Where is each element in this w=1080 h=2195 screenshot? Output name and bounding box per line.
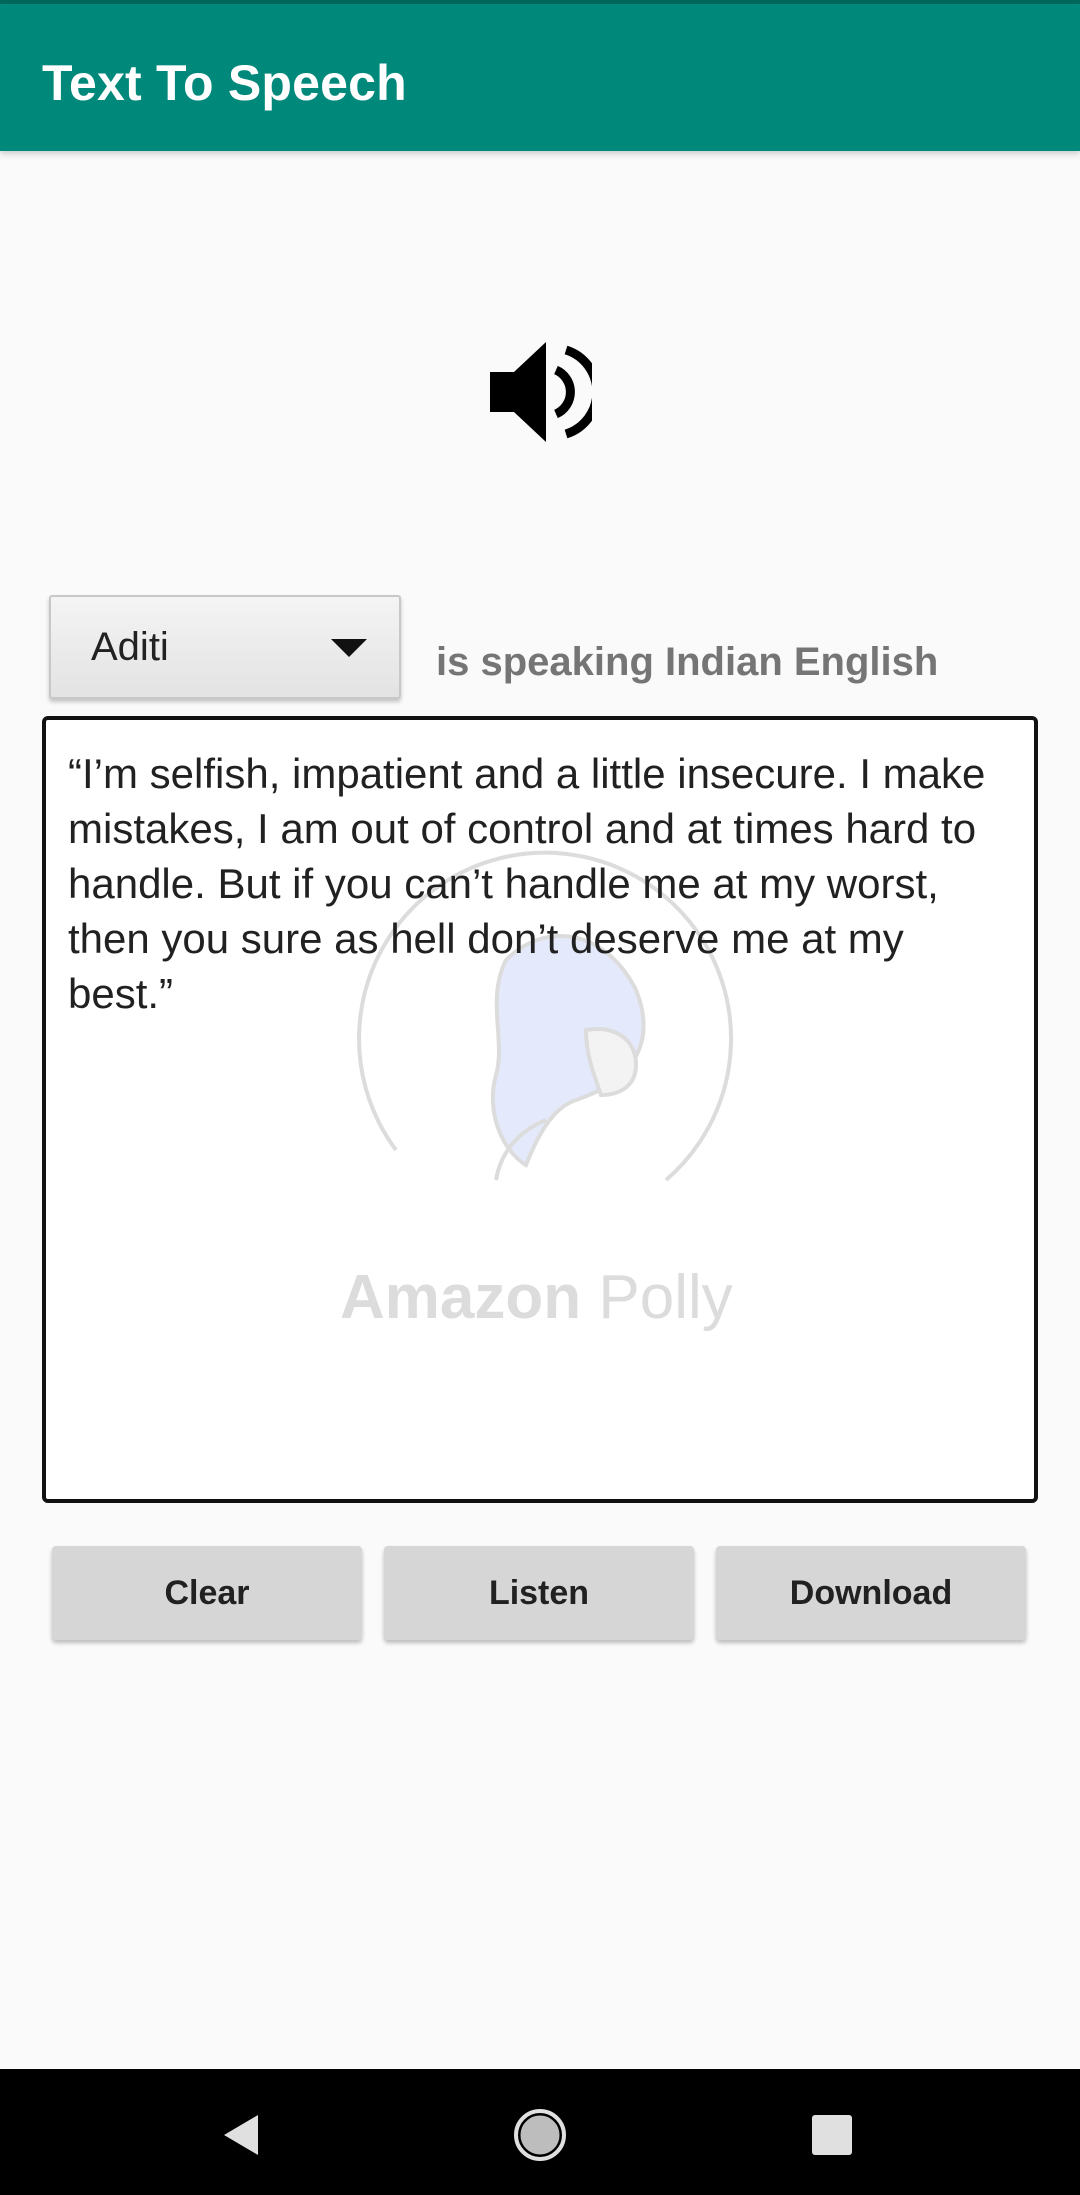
watermark-brand-bold: Amazon — [340, 1263, 582, 1332]
back-icon[interactable] — [214, 2105, 274, 2165]
dropdown-arrow-icon — [331, 639, 367, 659]
system-navigation-bar — [0, 2069, 1080, 2195]
clear-button[interactable]: Clear — [52, 1546, 362, 1640]
download-button[interactable]: Download — [716, 1546, 1026, 1640]
speech-text-input[interactable]: Amazon Polly “I’m selfish, impatient and… — [42, 716, 1038, 1503]
voice-selected-value: Aditi — [91, 625, 169, 669]
app-title: Text To Speech — [42, 55, 407, 111]
recents-icon[interactable] — [802, 2105, 862, 2165]
listen-button[interactable]: Listen — [384, 1546, 694, 1640]
speech-text-content: “I’m selfish, impatient and a little ins… — [68, 750, 986, 1017]
voice-language-label: is speaking Indian English — [436, 640, 939, 684]
watermark-brand-light: Polly — [598, 1263, 733, 1332]
home-icon[interactable] — [510, 2105, 570, 2165]
app-bar: Text To Speech — [0, 4, 1080, 151]
voice-dropdown[interactable]: Aditi — [49, 595, 401, 699]
speaker-volume-icon — [488, 342, 602, 442]
amazon-polly-watermark: Amazon Polly — [340, 1262, 733, 1333]
